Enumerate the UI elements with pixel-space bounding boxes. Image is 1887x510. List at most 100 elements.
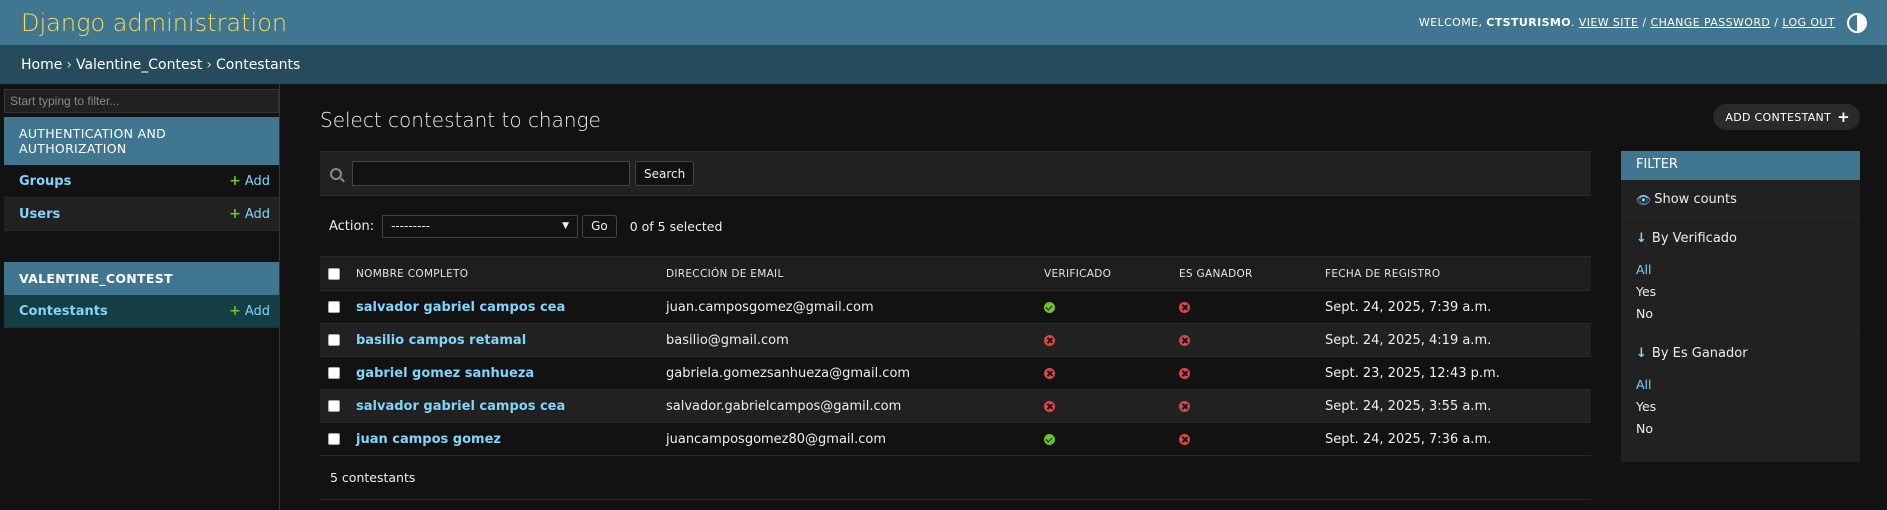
site-header: Django administration Welcome, ctsturism… [0,0,1887,45]
column-email[interactable]: Dirección de email [658,256,1036,291]
select-all-checkbox[interactable] [328,267,340,280]
fecha-registro: Sept. 24, 2025, 3:55 a.m. [1317,389,1591,423]
contestant-name-link[interactable]: gabriel gomez sanhueza [348,356,658,390]
main-content: Select contestant to change Add contesta… [320,84,1860,510]
contestant-name-link[interactable]: salvador gabriel campos cea [348,290,658,324]
plus-icon: + [1837,108,1850,126]
search-toolbar: Search [320,151,1591,196]
plus-icon: + [229,206,241,222]
icon-no [1044,400,1055,412]
filter-title-label: Filter [1636,157,1678,172]
log-out-link[interactable]: Log out [1782,16,1835,29]
module-caption-auth[interactable]: Authentication and Authorization [4,117,279,165]
icon-no [1179,367,1190,379]
icon-no [1044,334,1055,346]
table-row: salvador gabriel campos cea juan.camposg… [320,290,1591,324]
contestant-name-link[interactable]: basilio campos retamal [348,323,658,357]
filter-option-all[interactable]: All [1636,258,1845,280]
filter-by-es-ganador: ↓ By Es Ganador All Yes No [1621,333,1860,447]
ganador-cell [1171,323,1317,357]
row-select-cell [320,389,348,423]
add-label: Add [244,303,270,319]
filter-option-no[interactable]: No [1636,417,1845,439]
contestant-email: salvador.gabrielcampos@gamil.com [658,389,1036,423]
module-caption-label: Authentication and Authorization [19,126,167,156]
filter-option-all[interactable]: All [1636,373,1845,395]
go-button[interactable]: Go [582,214,617,238]
filter-option-yes[interactable]: Yes [1636,395,1845,417]
row-checkbox[interactable] [328,367,340,379]
contestant-email: juancamposgomez80@gmail.com [658,422,1036,456]
row-checkbox[interactable] [328,433,340,445]
table-header-row: Nombre completo Dirección de email Verif… [320,256,1591,291]
table-row: basilio campos retamal basilio@gmail.com… [320,323,1591,357]
ganador-cell [1171,290,1317,324]
module-caption-valentine[interactable]: Valentine_Contest [4,262,279,295]
row-select-cell [320,290,348,324]
table-row: juan campos gomez juancamposgomez80@gmai… [320,422,1591,456]
site-name[interactable]: Django administration [21,9,287,37]
theme-toggle-icon[interactable] [1847,12,1867,33]
action-select-value: --------- [391,219,431,233]
breadcrumb-home[interactable]: Home [21,57,62,73]
column-verificado[interactable]: Verificado [1036,256,1171,291]
icon-no [1179,334,1190,346]
filter-heading-label: By Verificado [1651,231,1737,246]
filter-option-no[interactable]: No [1636,302,1845,324]
column-fecha-registro[interactable]: Fecha de registro [1317,256,1591,291]
action-label: Action: [329,218,375,234]
search-input[interactable] [352,161,630,186]
filter-heading[interactable]: ↓ By Es Ganador [1621,333,1860,369]
view-site-link[interactable]: View site [1579,16,1639,29]
row-checkbox[interactable] [328,400,340,412]
verificado-cell [1036,356,1171,390]
icon-yes [1044,301,1055,313]
add-contestant-button[interactable]: Add contestant + [1713,104,1860,130]
users-link[interactable]: Users [19,207,60,222]
fecha-registro: Sept. 24, 2025, 7:36 a.m. [1317,422,1591,456]
row-checkbox[interactable] [328,334,340,346]
eye-icon: 👁 [1636,192,1652,207]
column-es-ganador[interactable]: Es ganador [1171,256,1317,291]
verificado-cell [1036,323,1171,357]
breadcrumb-app[interactable]: Valentine_Contest [76,57,202,73]
add-label: Add [244,206,270,222]
chevron-down-icon: ▼ [562,221,570,231]
sidebar-item-contestants: Contestants + Add [4,295,279,328]
contestant-name-link[interactable]: juan campos gomez [348,422,658,456]
add-label: Add [244,173,270,189]
add-groups-button[interactable]: + Add [229,173,270,189]
row-checkbox[interactable] [328,301,340,313]
changelist-filter: Filter 👁 Show counts ↓ By Verificado All… [1621,151,1860,462]
filter-option-yes[interactable]: Yes [1636,280,1845,302]
filter-by-verificado: ↓ By Verificado All Yes No [1621,218,1860,333]
action-select[interactable]: --------- ▼ [382,214,579,238]
breadcrumb-separator: › [66,56,72,73]
paginator: 5 contestants [320,456,1591,500]
welcome-text: Welcome, [1418,16,1483,29]
table-row: gabriel gomez sanhueza gabriela.gomezsan… [320,356,1591,390]
plus-icon: + [229,173,241,189]
search-icon [330,167,342,180]
verificado-cell [1036,389,1171,423]
breadcrumb-separator: › [206,56,212,73]
show-counts-link[interactable]: 👁 Show counts [1621,180,1860,218]
fecha-registro: Sept. 24, 2025, 4:19 a.m. [1317,323,1591,357]
column-nombre-completo[interactable]: Nombre completo [348,256,658,291]
select-all-header [320,256,348,291]
actions-bar: Action: --------- ▼ Go 0 of 5 selected [320,196,1591,256]
change-password-link[interactable]: Change password [1650,16,1770,29]
add-users-button[interactable]: + Add [229,206,270,222]
search-button[interactable]: Search [635,161,695,186]
contestant-name-link[interactable]: salvador gabriel campos cea [348,389,658,423]
add-contestants-button[interactable]: + Add [229,303,270,319]
groups-link[interactable]: Groups [19,174,71,189]
separator: / [1642,16,1647,29]
ganador-cell [1171,389,1317,423]
row-select-cell [320,422,348,456]
contestant-email: juan.camposgomez@gmail.com [658,290,1036,324]
nav-filter-input[interactable] [4,89,279,113]
filter-heading[interactable]: ↓ By Verificado [1621,218,1860,254]
icon-no [1179,400,1190,412]
contestants-link[interactable]: Contestants [19,304,108,319]
